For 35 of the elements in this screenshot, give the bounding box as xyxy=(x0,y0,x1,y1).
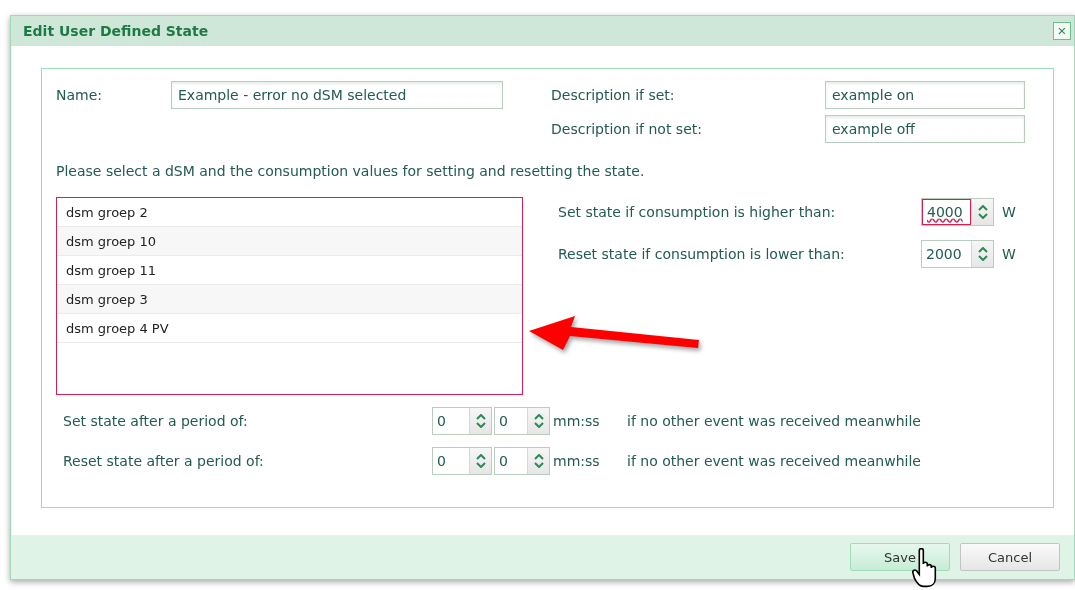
field-label: Description if not set: xyxy=(551,121,703,137)
field-label: Reset state if consumption is lower than: xyxy=(558,246,846,262)
spinner-button[interactable] xyxy=(527,408,549,434)
name-field[interactable]: Example - error no dSM selected xyxy=(171,81,503,109)
list-item[interactable]: dsm groep 3 xyxy=(57,285,522,314)
hint-text: if no other event was received meanwhile xyxy=(627,453,922,469)
field-label: Set state if consumption is higher than: xyxy=(558,204,837,220)
unit-label: mm:ss xyxy=(553,453,601,469)
instruction-text: Please select a dSM and the consumption values for setting and resetting the state. xyxy=(56,163,646,179)
unit-label: W xyxy=(1002,204,1016,220)
list-item[interactable]: dsm groep 10 xyxy=(57,227,522,256)
close-button[interactable]: × xyxy=(1053,22,1071,40)
spinner-button[interactable] xyxy=(469,408,491,434)
dialog-title: Edit User Defined State xyxy=(23,23,209,39)
unit-label: W xyxy=(1002,246,1016,262)
spinner-button[interactable] xyxy=(527,448,549,474)
field-label: Description if set: xyxy=(551,87,676,103)
number-field[interactable]: 0 xyxy=(494,407,550,435)
hint-text: if no other event was received meanwhile xyxy=(627,413,922,429)
unit-label: mm:ss xyxy=(553,413,601,429)
spinner-button[interactable] xyxy=(971,199,993,225)
number-field[interactable]: 0 xyxy=(494,447,550,475)
number-field[interactable]: 0 xyxy=(432,407,492,435)
number-field[interactable]: 4000 xyxy=(921,198,994,226)
spinner-button[interactable] xyxy=(971,241,993,267)
field-label: Reset state after a period of: xyxy=(63,453,265,469)
description-field[interactable]: example on xyxy=(825,81,1025,109)
description-field[interactable]: example off xyxy=(825,115,1025,143)
spinner-button[interactable] xyxy=(469,448,491,474)
field-label: Name: xyxy=(56,87,104,103)
field-label: Set state after a period of: xyxy=(63,413,249,429)
cancel-button[interactable]: Cancel xyxy=(960,543,1060,571)
number-field[interactable]: 2000 xyxy=(921,240,994,268)
number-field[interactable]: 0 xyxy=(432,447,492,475)
arrow-icon xyxy=(527,314,702,352)
